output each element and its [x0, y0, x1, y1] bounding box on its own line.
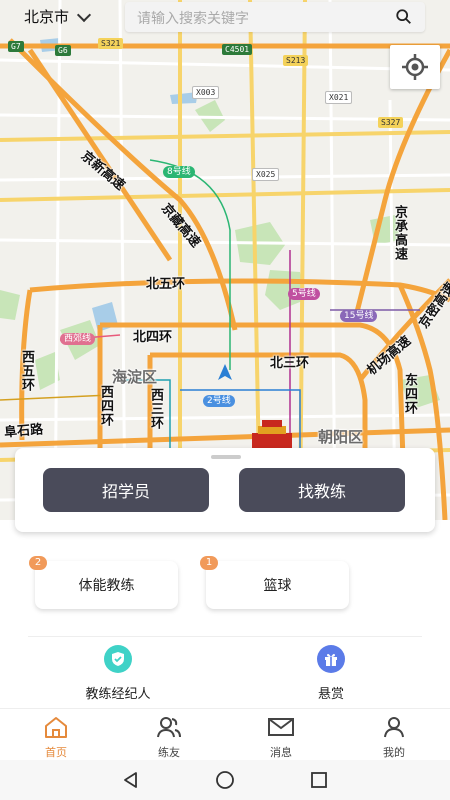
- tab-label: 消息: [270, 746, 292, 759]
- category-label: 篮球: [263, 578, 292, 594]
- back-icon[interactable]: [121, 770, 141, 790]
- district-label: 朝阳区: [318, 428, 364, 446]
- road-badge: X003: [192, 86, 220, 99]
- tab-messages[interactable]: 消息: [251, 715, 311, 760]
- road-badge: G6: [55, 45, 71, 56]
- road-label: 东四环: [402, 373, 417, 415]
- find-coach-button[interactable]: 找教练: [239, 468, 405, 512]
- reward-label: 悬赏: [317, 687, 344, 702]
- road-label: 西五环: [19, 350, 34, 392]
- road-badge: X021: [325, 91, 353, 104]
- action-panel: 招学员 找教练: [15, 448, 435, 532]
- count-badge: 2: [29, 556, 47, 570]
- users-icon: [157, 717, 181, 738]
- category-card-fitness[interactable]: 2 体能教练: [29, 556, 178, 609]
- road-label: 西四环: [98, 385, 113, 427]
- metro-badge: 8号线: [163, 166, 195, 178]
- tab-friends[interactable]: 练友: [139, 715, 199, 760]
- tab-label: 练友: [158, 746, 180, 759]
- road-label: 北三环: [270, 356, 310, 371]
- road-badge: S213: [283, 55, 309, 66]
- locate-button[interactable]: [390, 45, 440, 89]
- bottom-tab-bar: 首页 练友 消息 我的: [0, 708, 450, 761]
- user-icon: [384, 717, 404, 738]
- top-bar: 北京市 请输入搜索关键字: [0, 0, 450, 34]
- shield-check-icon: [104, 645, 132, 673]
- locate-icon: [402, 54, 428, 80]
- tab-label: 我的: [383, 746, 405, 759]
- road-label: 京承高速: [392, 205, 407, 261]
- drag-handle[interactable]: [211, 455, 241, 459]
- mail-icon: [268, 718, 294, 736]
- road-badge: S321: [98, 38, 124, 49]
- metro-badge: 2号线: [203, 395, 235, 407]
- road-label: 北五环: [146, 277, 186, 292]
- reward-link[interactable]: 悬赏: [281, 645, 381, 702]
- recent-apps-icon[interactable]: [309, 770, 329, 790]
- city-selector[interactable]: 北京市: [24, 6, 92, 27]
- search-placeholder: 请输入搜索关键字: [137, 11, 249, 27]
- road-badge: G7: [8, 41, 24, 52]
- home-icon: [45, 717, 67, 738]
- road-label: 西三环: [148, 388, 163, 430]
- district-label: 海淀区: [112, 368, 158, 386]
- coach-agent-link[interactable]: 教练经纪人: [68, 645, 168, 702]
- category-card-basketball[interactable]: 1 篮球: [200, 556, 349, 609]
- metro-badge: 西郊线: [60, 333, 96, 345]
- road-badge: C4501: [222, 44, 253, 55]
- divider: [28, 636, 422, 637]
- system-navigation-bar: [0, 760, 450, 800]
- map-view[interactable]: G7 G6 S321 C4501 S213 X003 X021 S327 X02…: [0, 0, 450, 520]
- city-name: 北京市: [24, 8, 70, 26]
- search-icon[interactable]: [395, 8, 413, 26]
- search-input[interactable]: 请输入搜索关键字: [125, 2, 425, 32]
- map-roads: [0, 0, 450, 520]
- road-badge: X025: [252, 168, 280, 181]
- chevron-down-icon: [76, 7, 92, 22]
- recruit-students-button[interactable]: 招学员: [43, 468, 209, 512]
- road-label: 北四环: [133, 330, 173, 345]
- tab-home[interactable]: 首页: [26, 715, 86, 760]
- gift-icon: [317, 645, 345, 673]
- metro-badge: 15号线: [340, 310, 378, 322]
- road-label: 阜石路: [3, 422, 44, 441]
- tab-label: 首页: [45, 746, 67, 759]
- metro-badge: 5号线: [288, 288, 320, 300]
- coach-agent-label: 教练经纪人: [85, 687, 151, 702]
- tab-mine[interactable]: 我的: [364, 715, 424, 760]
- road-badge: S327: [378, 117, 404, 128]
- count-badge: 1: [200, 556, 218, 570]
- home-circle-icon[interactable]: [215, 770, 235, 790]
- category-label: 体能教练: [78, 578, 135, 594]
